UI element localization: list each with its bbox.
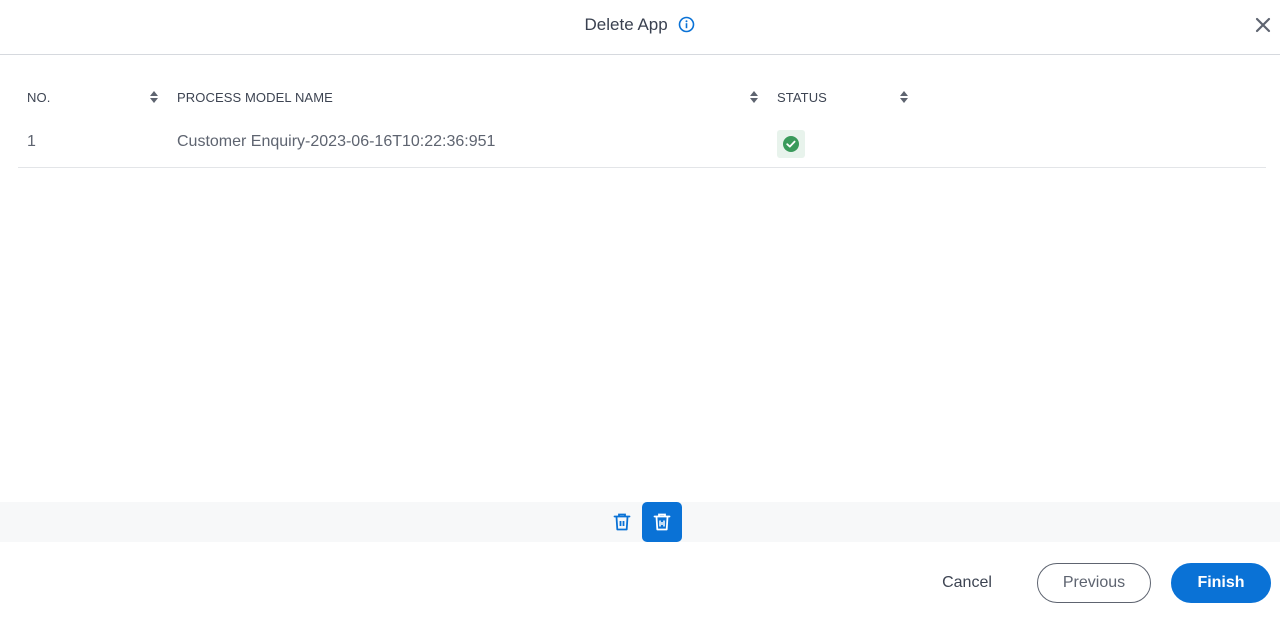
- sort-icon[interactable]: [899, 90, 909, 104]
- check-circle-icon: [783, 136, 799, 152]
- column-header-status[interactable]: STATUS: [777, 90, 827, 105]
- bottom-toolbar: [0, 502, 1280, 542]
- delete-button[interactable]: [602, 502, 642, 542]
- dialog-title: Delete App: [584, 14, 668, 34]
- cancel-button[interactable]: Cancel: [930, 563, 1004, 603]
- row-number: 1: [27, 133, 36, 150]
- process-model-table: NO. PROCESS MODEL NAME STATUS 1 Customer…: [18, 78, 1266, 168]
- dialog-header: Delete App: [0, 0, 1280, 55]
- table-row[interactable]: 1 Customer Enquiry-2023-06-16T10:22:36:9…: [18, 116, 1266, 168]
- trash-all-icon: [653, 513, 671, 531]
- table-header: NO. PROCESS MODEL NAME STATUS: [18, 78, 1266, 116]
- finish-button[interactable]: Finish: [1171, 563, 1271, 603]
- trash-icon: [613, 513, 631, 531]
- title-container: Delete App: [0, 14, 1280, 35]
- sort-icon[interactable]: [749, 90, 759, 104]
- sort-icon[interactable]: [149, 90, 159, 104]
- column-header-no[interactable]: NO.: [27, 90, 50, 105]
- process-model-name: Customer Enquiry-2023-06-16T10:22:36:951: [177, 133, 496, 150]
- close-icon: [1255, 17, 1271, 33]
- delete-all-button[interactable]: [642, 502, 682, 542]
- close-button[interactable]: [1254, 16, 1272, 34]
- previous-button[interactable]: Previous: [1037, 563, 1151, 603]
- info-icon[interactable]: [678, 16, 695, 33]
- column-header-process-model-name[interactable]: PROCESS MODEL NAME: [177, 90, 333, 105]
- status-badge: [777, 130, 805, 158]
